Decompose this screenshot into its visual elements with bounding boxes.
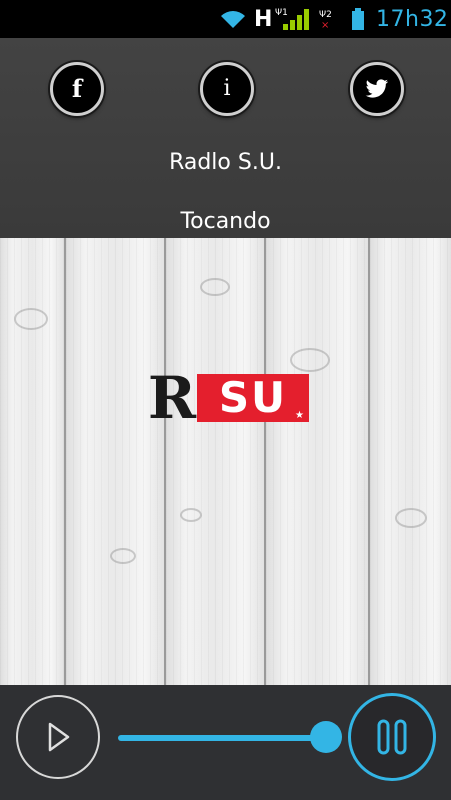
svg-text:Ψ1: Ψ1 <box>275 8 288 18</box>
volume-track[interactable] <box>118 735 328 741</box>
volume-thumb[interactable] <box>310 721 342 753</box>
wood-knot <box>180 508 202 522</box>
playback-status: Tocando <box>180 209 271 234</box>
wood-plank <box>370 238 451 685</box>
wood-knot <box>290 348 330 372</box>
twitter-icon <box>365 79 389 98</box>
logo-letter: R <box>147 364 196 432</box>
star-icon: ★ <box>295 410 306 421</box>
info-icon: i <box>223 76 231 101</box>
facebook-icon: f <box>71 74 83 103</box>
battery-icon <box>351 0 365 38</box>
wood-plank <box>0 238 66 685</box>
wood-plank <box>66 238 166 685</box>
wood-background <box>0 238 451 685</box>
signal-icon: H Ψ1 <box>254 0 313 38</box>
pause-icon <box>377 719 407 755</box>
svg-text:×: × <box>321 20 329 31</box>
wood-knot <box>14 308 48 330</box>
twitter-button[interactable] <box>350 62 404 116</box>
wood-knot <box>200 278 230 296</box>
logo-highlight-text: SU <box>218 373 288 422</box>
status-bar: H Ψ1 Ψ2 × 17h32 <box>0 0 451 38</box>
play-button[interactable] <box>16 695 100 779</box>
station-name: Radlo S.U. <box>169 150 282 175</box>
station-logo: R SU ★ <box>143 364 309 432</box>
facebook-button[interactable]: f <box>50 62 104 116</box>
wood-plank <box>166 238 266 685</box>
play-icon <box>48 722 70 752</box>
network-type-label: H <box>254 6 273 32</box>
logo-highlight: SU ★ <box>197 374 309 422</box>
svg-text:Ψ2: Ψ2 <box>319 10 332 20</box>
info-button[interactable]: i <box>200 62 254 116</box>
station-header: f i Radlo S.U. Tocando <box>0 38 451 238</box>
player-bar <box>0 685 451 800</box>
wood-knot <box>395 508 427 528</box>
status-time: 17h32 <box>376 6 449 32</box>
wood-knot <box>110 548 136 564</box>
pause-button[interactable] <box>348 693 436 781</box>
wood-plank <box>266 238 370 685</box>
app-screen: H Ψ1 Ψ2 × 17h32 f i Radlo S.U. Tocando R… <box>0 0 451 800</box>
wifi-icon <box>219 0 247 38</box>
sim2-no-signal-icon: Ψ2 × <box>319 0 335 38</box>
